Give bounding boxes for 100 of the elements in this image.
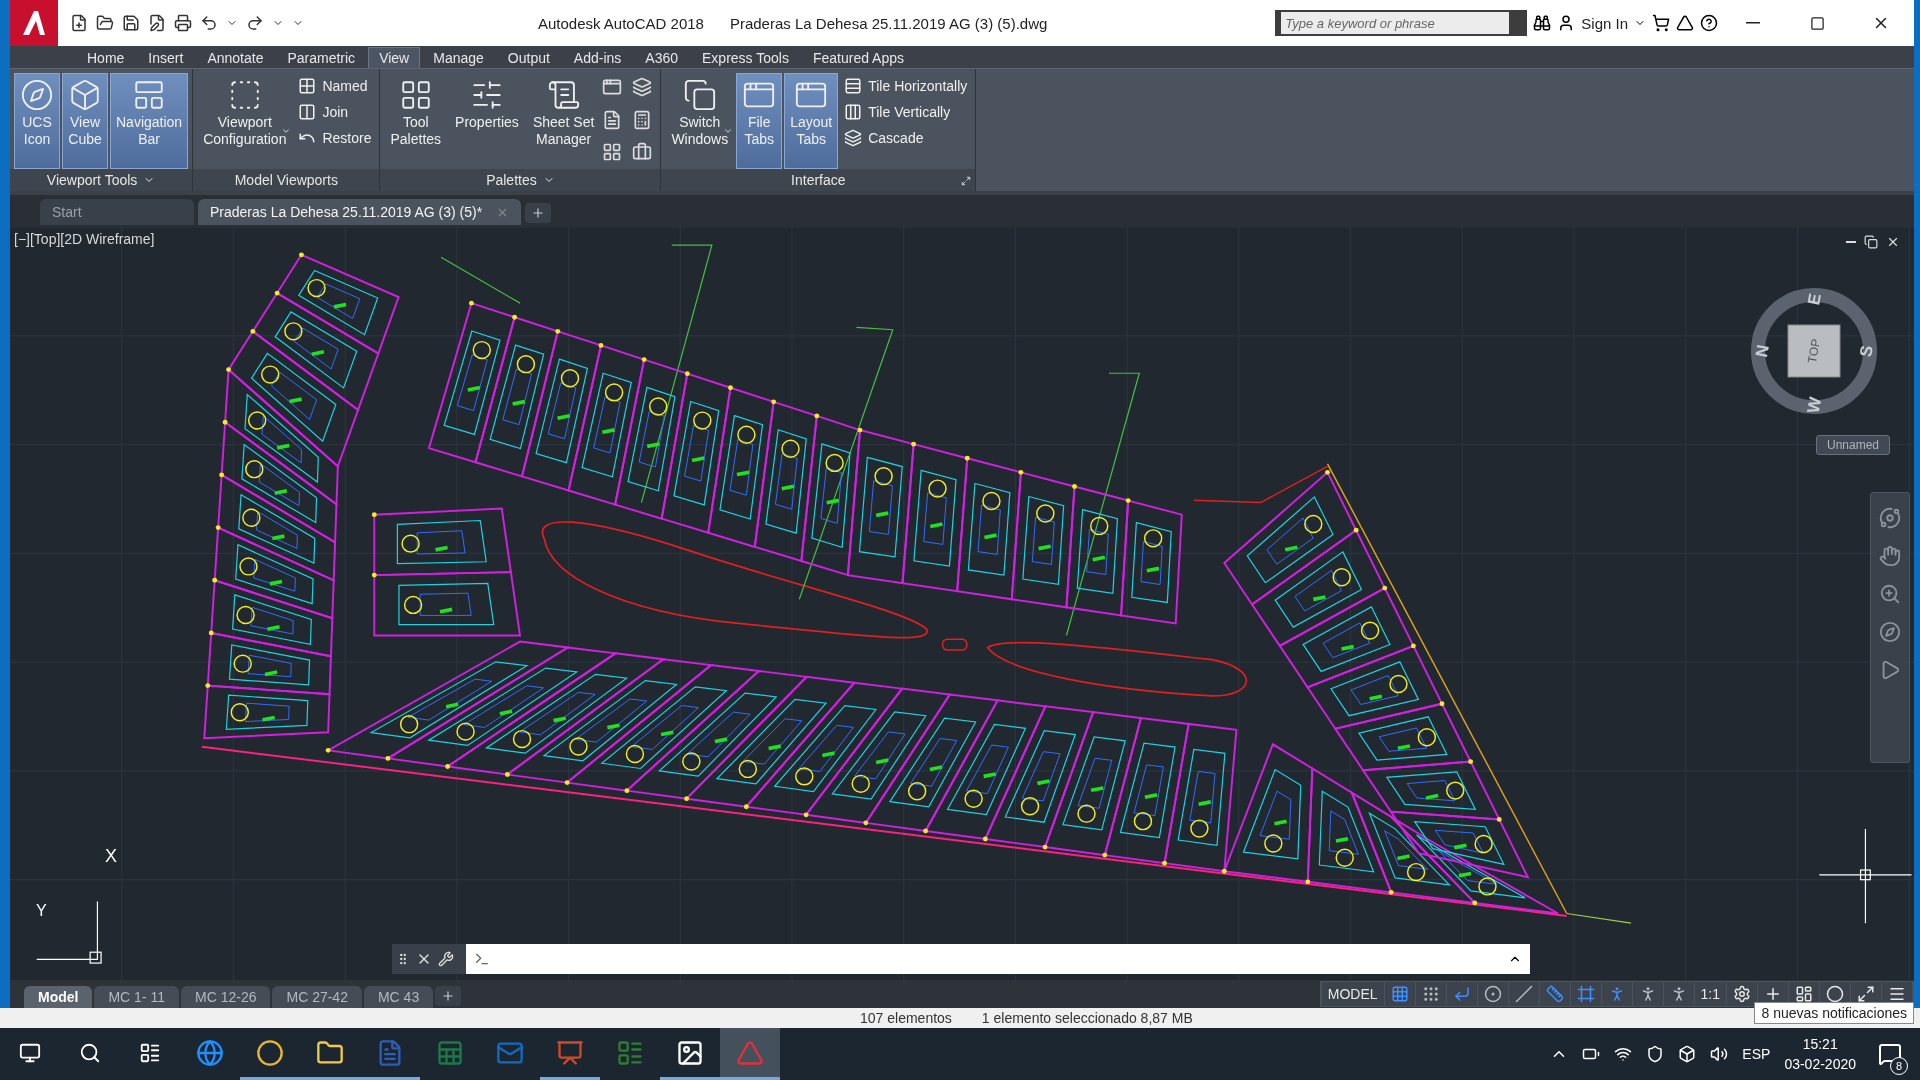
ribbon-small-button[interactable]: Join bbox=[294, 101, 376, 123]
restore-icon bbox=[1864, 235, 1878, 249]
model-space-button[interactable]: MODEL bbox=[1321, 982, 1384, 1006]
viewport-label[interactable]: [−][Top][2D Wireframe] bbox=[14, 231, 155, 247]
language-indicator[interactable]: ESP bbox=[1742, 1046, 1771, 1062]
tile-horizontal-icon bbox=[844, 77, 863, 95]
undo-icon bbox=[200, 14, 218, 32]
layers-icon bbox=[632, 77, 653, 97]
window-icon bbox=[602, 77, 623, 97]
ribbon-button[interactable]: UCS Icon bbox=[14, 73, 60, 169]
ribbon-tab[interactable]: View bbox=[368, 47, 421, 68]
ribbon-button[interactable]: Switch Windows bbox=[665, 73, 735, 169]
briefcase-icon bbox=[632, 142, 653, 163]
layout-tab[interactable]: MC 27-42 bbox=[272, 986, 362, 1008]
ribbon-tab[interactable]: Express Tools bbox=[691, 47, 800, 68]
object-track-icon[interactable] bbox=[1576, 985, 1595, 1003]
snap-icon[interactable] bbox=[1421, 985, 1440, 1003]
ribbon-tab[interactable]: Parametric bbox=[276, 47, 367, 68]
save-as-icon bbox=[148, 14, 166, 32]
ribbon-button[interactable]: Properties bbox=[449, 73, 525, 169]
new-tab-button[interactable] bbox=[525, 203, 552, 223]
cube-icon bbox=[68, 78, 102, 112]
folder-icon bbox=[316, 1038, 344, 1067]
ribbon-tab[interactable]: Output bbox=[496, 47, 561, 68]
item-count: 107 elementos bbox=[860, 1010, 952, 1026]
new-layout-button[interactable] bbox=[435, 986, 462, 1006]
new-file-icon bbox=[70, 14, 88, 32]
ribbon-small-button[interactable]: Tile Vertically bbox=[840, 101, 972, 123]
pan-icon bbox=[1879, 545, 1901, 567]
tile-vertical-icon bbox=[844, 103, 863, 121]
polar-icon[interactable] bbox=[1483, 985, 1502, 1003]
ribbon-tab[interactable]: Home bbox=[76, 47, 136, 68]
app-logo-icon[interactable] bbox=[10, 0, 58, 46]
ribbon-button[interactable]: Sheet Set Manager bbox=[526, 73, 601, 169]
compass-label: W bbox=[1803, 395, 1826, 415]
isolate-icon bbox=[1826, 985, 1844, 1003]
workspace-icon bbox=[1795, 985, 1813, 1003]
grid-icon[interactable] bbox=[1390, 985, 1409, 1003]
ribbon-tab[interactable]: Annotate bbox=[196, 47, 275, 68]
ribbon-button[interactable]: File Tabs bbox=[736, 73, 783, 169]
layout-tab[interactable]: MC 43 bbox=[363, 986, 434, 1008]
layout-tab[interactable]: MC 12-26 bbox=[181, 986, 271, 1008]
sign-in-link[interactable]: Sign In bbox=[1581, 14, 1628, 32]
ribbon-tab[interactable]: Insert bbox=[137, 47, 195, 68]
plus-icon bbox=[531, 206, 546, 220]
minimize-icon[interactable] bbox=[1746, 22, 1760, 24]
annotation-scale-button[interactable]: 1:1 bbox=[1694, 982, 1726, 1006]
fullscreen-icon bbox=[1857, 985, 1875, 1003]
panel-title: Palettes bbox=[486, 172, 537, 188]
steering-wheel-icon bbox=[1879, 507, 1901, 529]
prompt-icon bbox=[474, 951, 490, 967]
document-tab[interactable]: Start bbox=[40, 199, 194, 225]
gear-icon bbox=[1733, 985, 1751, 1003]
drawing-viewport[interactable]: [−][Top][2D Wireframe] TOP E S W N Unnamed X Y bbox=[10, 225, 1914, 980]
coordinate-system-menu[interactable]: Unnamed bbox=[1815, 435, 1890, 455]
search-icon bbox=[79, 1041, 101, 1064]
ribbon-button[interactable]: Tool Palettes bbox=[384, 73, 448, 169]
viewcube-face-label: TOP bbox=[1805, 337, 1823, 365]
menu-icon bbox=[1888, 985, 1906, 1003]
compass-label: E bbox=[1804, 291, 1825, 307]
ortho-icon[interactable] bbox=[1452, 985, 1471, 1003]
search-field[interactable]: Type a keyword or phrase bbox=[1275, 10, 1528, 36]
command-line-field[interactable] bbox=[466, 944, 1530, 974]
triangle-icon bbox=[1676, 14, 1694, 32]
ribbon-small-button[interactable]: Tile Horizontally bbox=[840, 75, 972, 97]
wifi-icon bbox=[1614, 1045, 1633, 1063]
action-center-button[interactable]: 8 bbox=[1870, 1032, 1910, 1076]
y-axis-label: Y bbox=[36, 902, 47, 919]
cart-icon bbox=[1652, 14, 1670, 32]
ribbon-tab[interactable]: Featured Apps bbox=[801, 47, 915, 68]
document-icon bbox=[602, 109, 623, 130]
object-snap-icon[interactable] bbox=[1545, 985, 1564, 1003]
ribbon-tab[interactable]: A360 bbox=[634, 47, 689, 68]
panel-title: Viewport Tools bbox=[46, 172, 138, 188]
ribbon-tab[interactable]: Add-ins bbox=[562, 47, 633, 68]
tab-label: Praderas La Dehesa 25.11.2019 AG (3) (5)* bbox=[210, 204, 483, 220]
ribbon-button[interactable]: Viewport Configuration bbox=[197, 73, 293, 169]
isometric-icon[interactable] bbox=[1514, 985, 1533, 1003]
ribbon-button[interactable]: Navigation Bar bbox=[110, 73, 189, 169]
named-viewports-icon bbox=[298, 77, 317, 95]
tab-label: Start bbox=[52, 204, 82, 220]
layout-tab[interactable]: Model bbox=[24, 986, 93, 1008]
ribbon-small-button[interactable]: Cascade bbox=[840, 127, 972, 149]
ribbon-button[interactable]: View Cube bbox=[62, 73, 108, 169]
windows-icon bbox=[682, 78, 717, 112]
layout-tab[interactable]: MC 1- 11 bbox=[94, 986, 179, 1008]
ribbon-button[interactable]: Layout Tabs bbox=[784, 73, 839, 169]
ucs-axes-icon bbox=[36, 900, 102, 964]
cascade-icon bbox=[844, 129, 863, 147]
ribbon-small-button[interactable]: Restore bbox=[294, 127, 376, 149]
notification-tooltip: 8 nuevas notificaciones bbox=[1754, 1002, 1914, 1024]
grid-icon bbox=[602, 142, 623, 163]
binoculars-icon bbox=[1533, 14, 1552, 32]
ribbon-small-button[interactable]: Named bbox=[294, 75, 376, 97]
ribbon-tab[interactable]: Manage bbox=[422, 47, 495, 68]
taskbar-clock[interactable]: 15:21 03-02-2020 bbox=[1784, 1036, 1856, 1072]
wrench-icon bbox=[438, 951, 454, 967]
crosshair-cursor-icon bbox=[1818, 828, 1913, 924]
document-tab[interactable]: Praderas La Dehesa 25.11.2019 AG (3) (5)* bbox=[198, 199, 522, 225]
document-title: Praderas La Dehesa 25.11.2019 AG (3) (5).dwg bbox=[729, 14, 1048, 32]
